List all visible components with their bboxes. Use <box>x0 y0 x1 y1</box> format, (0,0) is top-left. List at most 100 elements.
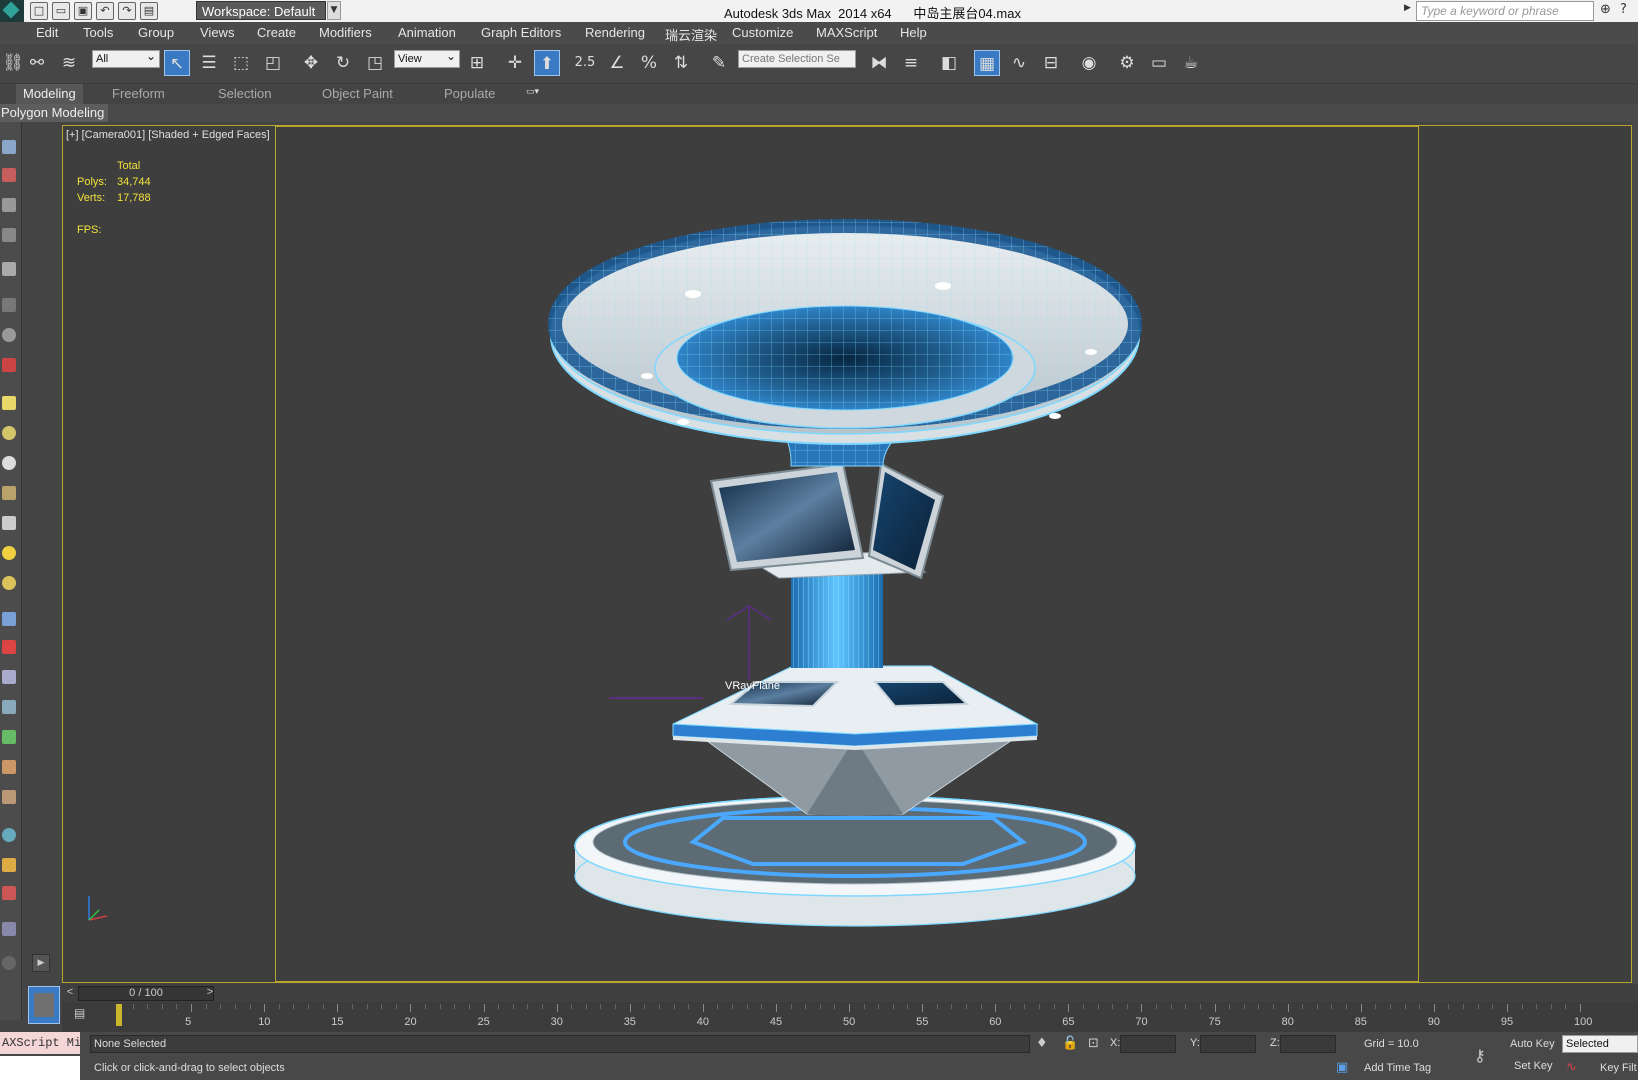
schematic-view-icon[interactable]: ⊟ <box>1038 50 1064 76</box>
curve-editor-icon[interactable]: ∿ <box>1006 50 1032 76</box>
binoculars-icon[interactable]: ⊕ <box>1600 2 1616 19</box>
tab-modeling[interactable]: Modeling <box>16 84 83 104</box>
chain-icon[interactable] <box>2 760 16 774</box>
snaps-toggle-icon[interactable]: 2.5 <box>572 50 598 76</box>
geosphere-icon[interactable] <box>2 576 16 590</box>
menu-maxscript[interactable]: MAXScript <box>816 25 877 40</box>
unlink-icon[interactable]: ⚯ <box>24 50 50 76</box>
gear-icon[interactable] <box>2 700 16 714</box>
angle-snap-icon[interactable]: ∠ <box>604 50 630 76</box>
menu-animation[interactable]: Animation <box>398 25 456 40</box>
tab-object-paint[interactable]: Object Paint <box>322 86 393 101</box>
ribbon-options-icon[interactable]: ▭▾ <box>526 87 548 99</box>
tab-selection[interactable]: Selection <box>218 86 271 101</box>
project-folder-icon[interactable]: ▤ <box>140 2 158 20</box>
curve-icon[interactable]: ∿ <box>1566 1060 1577 1075</box>
time-slider-prev[interactable]: < <box>64 986 76 1001</box>
menu-create[interactable]: Create <box>257 25 296 40</box>
menu-rayvision[interactable]: 瑞云渲染 <box>665 25 717 44</box>
keyboard-shortcut-override-icon[interactable]: ⬆ <box>534 50 560 76</box>
puzzle-icon[interactable] <box>2 858 16 872</box>
rotate-icon[interactable]: ↻ <box>330 50 356 76</box>
bind-space-warp-icon[interactable]: ≋ <box>56 50 82 76</box>
key-mode-dropdown[interactable]: Selected <box>1562 1035 1638 1053</box>
current-time-marker[interactable] <box>116 1004 122 1026</box>
time-tag-icon[interactable]: ▣ <box>1336 1060 1348 1075</box>
spinner-snap-icon[interactable]: ⇅ <box>668 50 694 76</box>
menu-tools[interactable]: Tools <box>83 25 113 40</box>
workspace-dropdown[interactable]: Workspace: Default <box>196 1 326 20</box>
key-filters-button[interactable]: Key Filt <box>1600 1062 1637 1074</box>
isolate-icon[interactable]: ♦ <box>1036 1036 1048 1051</box>
menu-views[interactable]: Views <box>200 25 234 40</box>
image-icon[interactable] <box>2 168 16 182</box>
command-panel-edge[interactable] <box>1632 122 1638 984</box>
pivot-center-icon[interactable]: ⊞ <box>464 50 490 76</box>
particle-icon[interactable] <box>2 358 16 372</box>
z-coordinate-input[interactable] <box>1280 1035 1336 1053</box>
torus-icon[interactable] <box>2 456 16 470</box>
auto-key-button[interactable]: Auto Key <box>1510 1038 1555 1050</box>
polygon-modeling-panel[interactable]: Polygon Modeling <box>0 104 109 122</box>
scale-icon[interactable]: ◳ <box>362 50 388 76</box>
select-by-name-icon[interactable]: ☰ <box>196 50 222 76</box>
pointer-icon[interactable] <box>2 140 16 154</box>
rendered-frame-window-icon[interactable]: ▭ <box>1146 50 1172 76</box>
tape-icon[interactable] <box>2 922 16 936</box>
y-coordinate-input[interactable] <box>1200 1035 1256 1053</box>
render-setup-icon[interactable]: ⚙ <box>1114 50 1140 76</box>
magnifier-icon[interactable] <box>2 828 16 842</box>
menu-edit[interactable]: Edit <box>36 25 58 40</box>
lock-icon[interactable]: 🔓 <box>1062 1036 1078 1051</box>
rectangular-selection-icon[interactable]: ⬚ <box>228 50 254 76</box>
menu-customize[interactable]: Customize <box>732 25 793 40</box>
app-logo-button[interactable] <box>0 0 24 22</box>
table-icon[interactable] <box>2 228 16 242</box>
percent-snap-icon[interactable]: % <box>636 50 662 76</box>
render-icon[interactable] <box>2 886 16 900</box>
mini-curve-editor-button[interactable] <box>28 986 60 1024</box>
material-editor-icon[interactable]: ◉ <box>1076 50 1102 76</box>
sun-icon[interactable] <box>2 546 16 560</box>
move-icon[interactable]: ✥ <box>298 50 324 76</box>
cone-icon[interactable] <box>2 516 16 530</box>
selection-filter-dropdown[interactable]: All <box>92 48 160 68</box>
set-key-button[interactable]: Set Key <box>1514 1060 1553 1072</box>
save-file-icon[interactable]: ▣ <box>74 2 92 20</box>
maxscript-listener-input[interactable]: AXScript Mi: <box>0 1032 80 1054</box>
layer-manager-icon[interactable]: ◧ <box>936 50 962 76</box>
scene-explorer-icon[interactable]: ▦ <box>974 50 1000 76</box>
tab-populate[interactable]: Populate <box>444 86 495 101</box>
key-icon[interactable]: ⚷ <box>1474 1046 1486 1065</box>
help-icon[interactable]: ? <box>1620 2 1636 19</box>
bone-icon[interactable] <box>2 670 16 684</box>
x-coordinate-input[interactable] <box>1120 1035 1176 1053</box>
pin-icon[interactable] <box>2 640 16 654</box>
new-file-icon[interactable]: □ <box>30 2 48 20</box>
named-selection-set-input[interactable]: Create Selection Se <box>738 50 856 68</box>
menu-group[interactable]: Group <box>138 25 174 40</box>
dots-icon[interactable] <box>2 612 16 626</box>
track-filter-icon[interactable]: ▤ <box>74 1006 94 1020</box>
open-file-icon[interactable]: ▭ <box>52 2 70 20</box>
menu-rendering[interactable]: Rendering <box>585 25 645 40</box>
box-icon[interactable] <box>2 396 16 410</box>
window-crossing-icon[interactable]: ◰ <box>260 50 286 76</box>
teapot-icon[interactable] <box>2 486 16 500</box>
select-object-icon[interactable]: ↖ <box>164 50 190 76</box>
time-slider-next[interactable]: > <box>204 986 216 1001</box>
viewport-label-menu[interactable]: [+] [Camera001] [Shaded + Edged Faces] <box>66 129 270 141</box>
cylinder-icon[interactable] <box>2 426 16 440</box>
play-icon[interactable]: ▶ <box>32 954 50 972</box>
menu-graph-editors[interactable]: Graph Editors <box>481 25 561 40</box>
edit-named-selection-icon[interactable]: ✎ <box>706 50 732 76</box>
play-arrow-icon[interactable]: ▶ <box>1404 3 1411 13</box>
mirror-icon[interactable]: ⧓ <box>866 50 892 76</box>
grid-icon[interactable] <box>2 198 16 212</box>
absolute-mode-icon[interactable]: ⊡ <box>1088 1036 1099 1051</box>
link-icon[interactable]: ⛓ <box>0 50 26 76</box>
menu-modifiers[interactable]: Modifiers <box>319 25 372 40</box>
chevron-down-icon[interactable]: ▼ <box>327 1 341 20</box>
redo-icon[interactable]: ↷ <box>118 2 136 20</box>
undo-icon[interactable]: ↶ <box>96 2 114 20</box>
